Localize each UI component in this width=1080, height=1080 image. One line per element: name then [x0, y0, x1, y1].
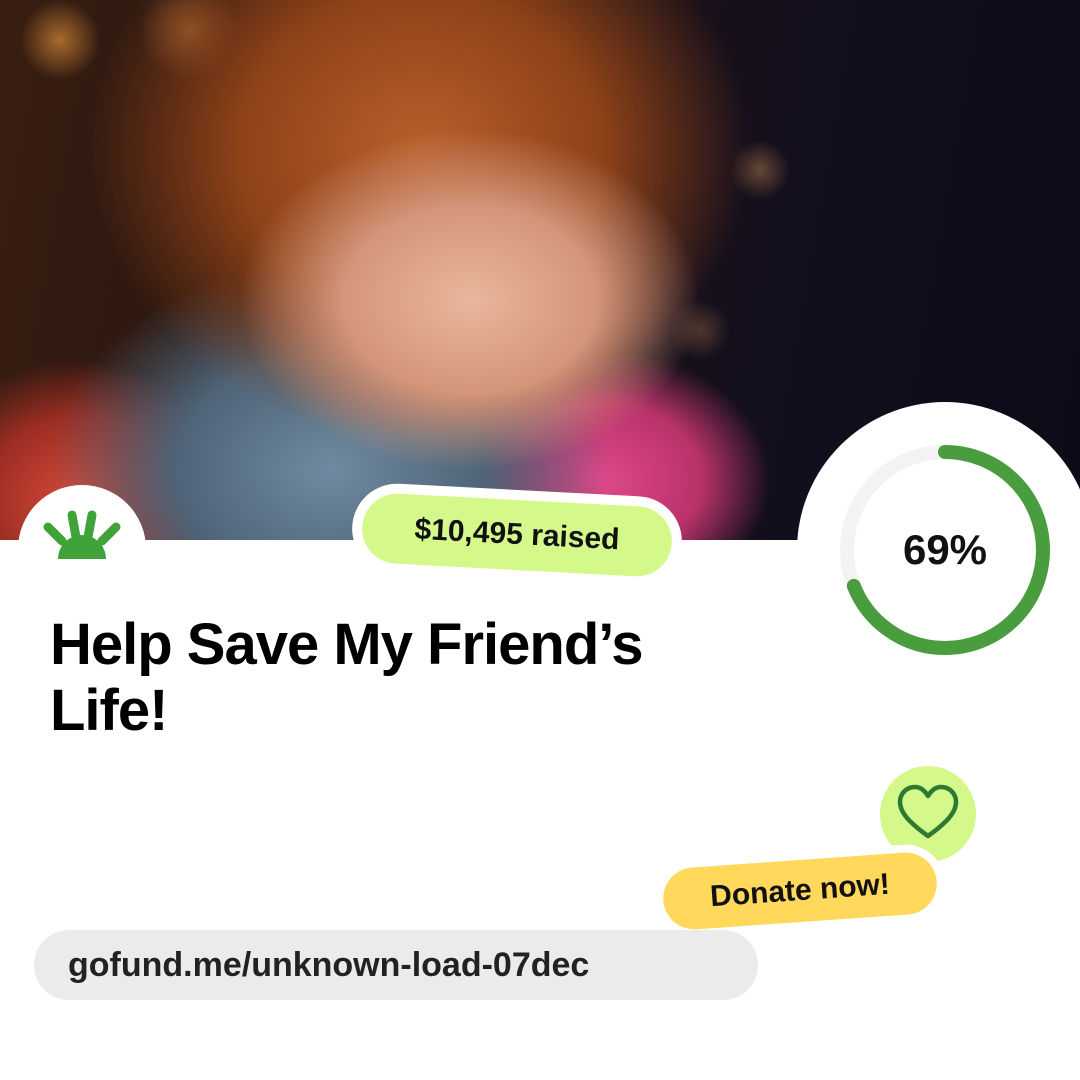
- gofundme-sunrise-icon: [43, 510, 121, 559]
- campaign-title: Help Save My Friend’s Life!: [50, 612, 644, 743]
- campaign-url-text: gofund.me/unknown-load-07dec: [68, 945, 590, 984]
- progress-percent: 69%: [902, 526, 988, 573]
- campaign-url[interactable]: gofund.me/unknown-load-07dec: [34, 930, 758, 1000]
- progress-ring: 69%: [797, 402, 1080, 698]
- logo-badge: [18, 485, 146, 613]
- amount-raised-badge: $10,495 raised: [349, 481, 685, 589]
